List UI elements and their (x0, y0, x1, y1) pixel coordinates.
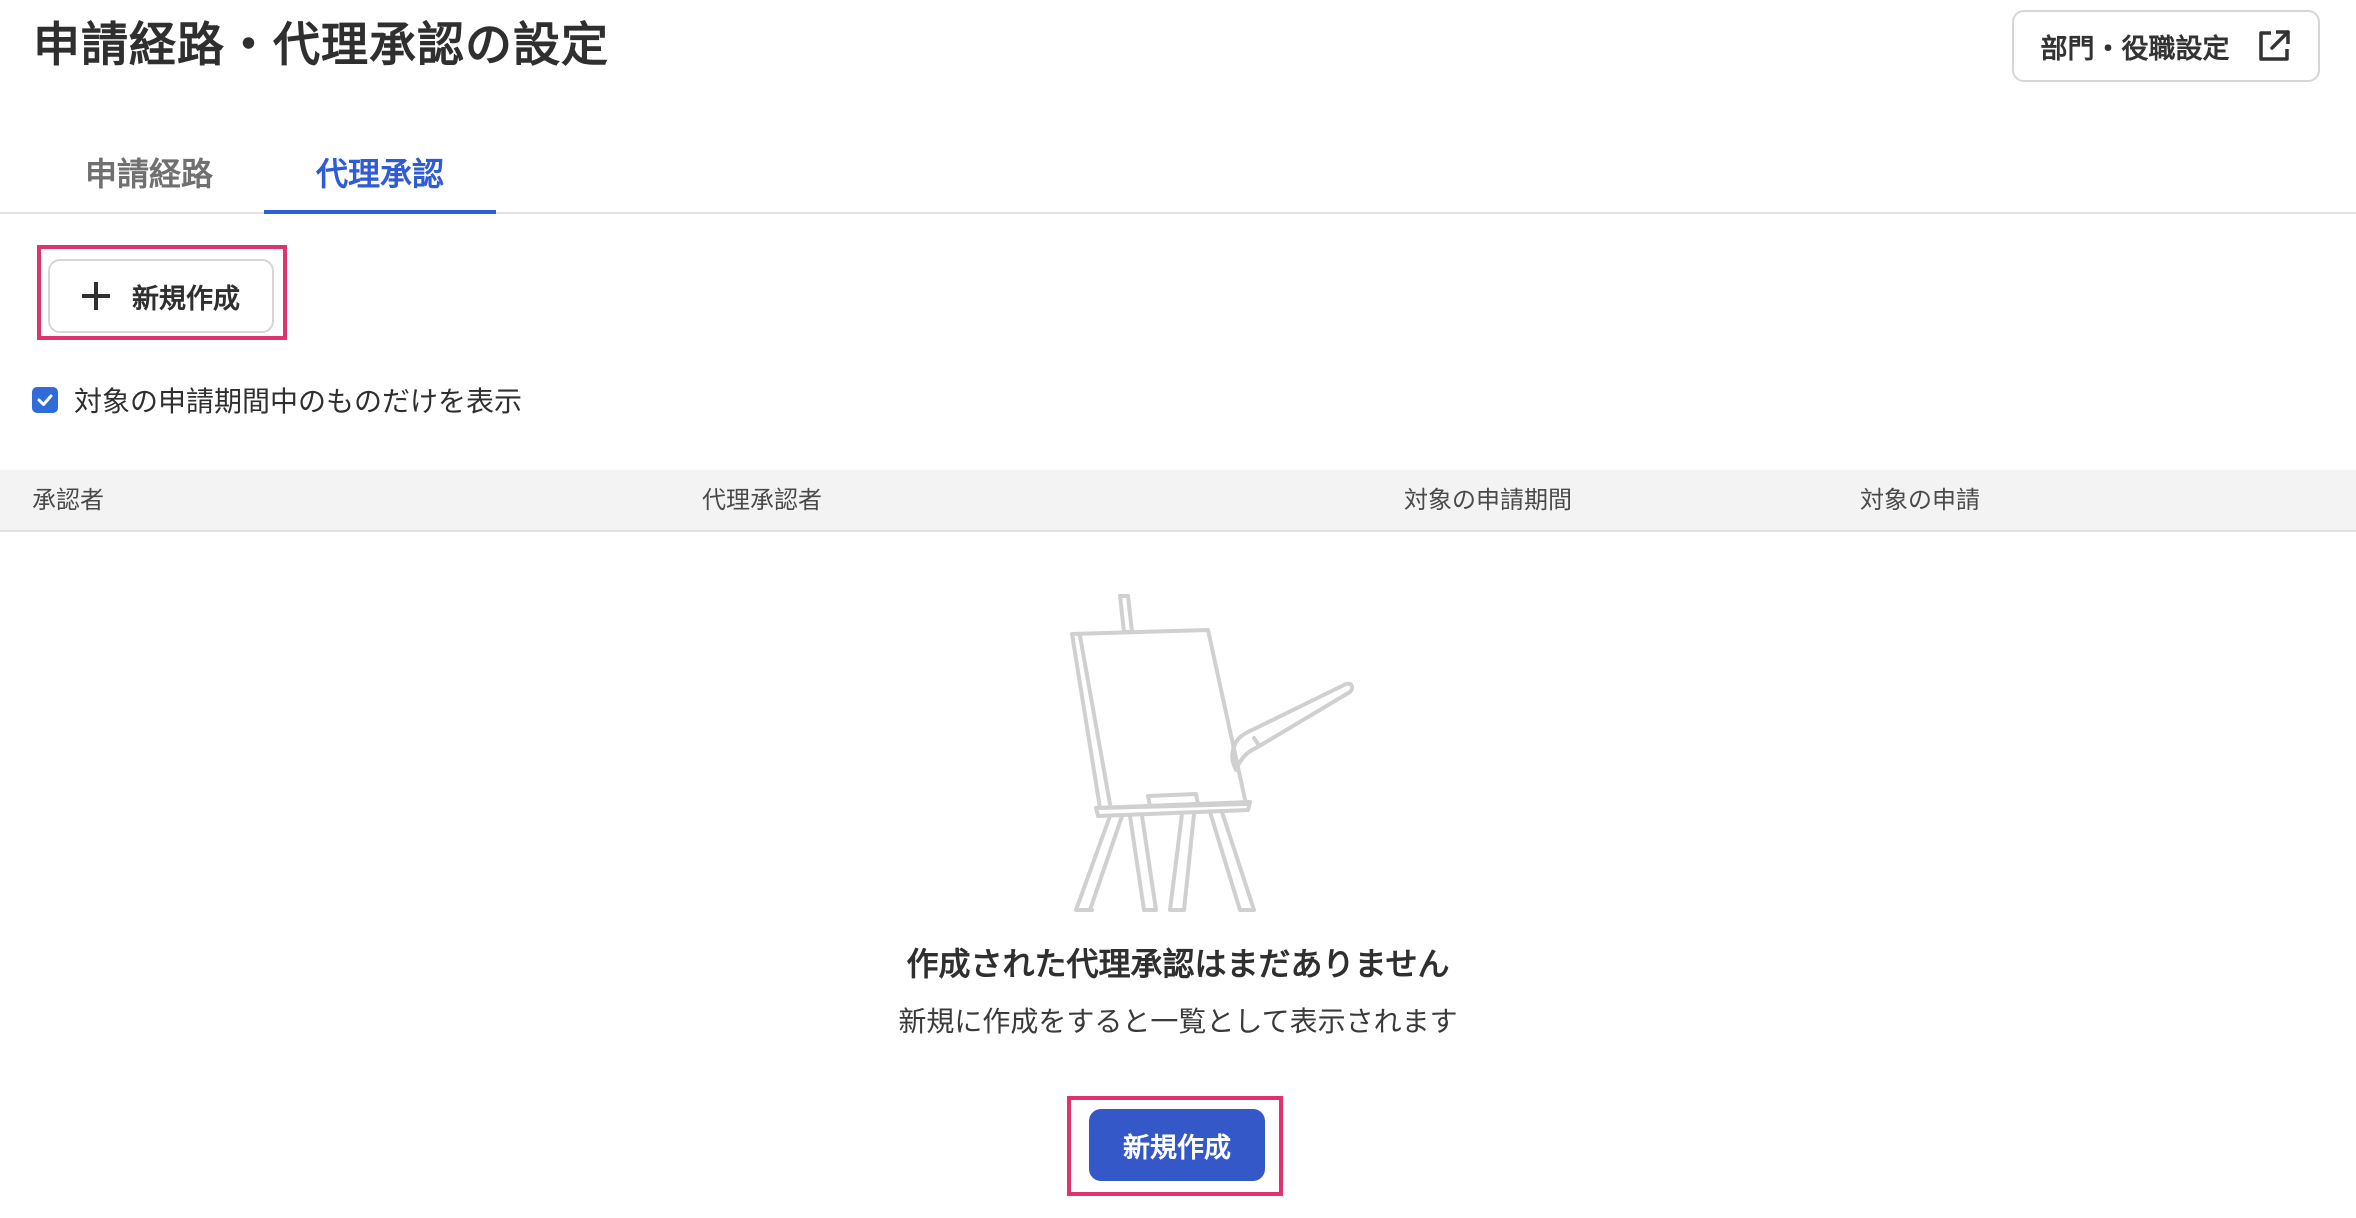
column-header-target-period: 対象の申請期間 (1404, 486, 1572, 514)
tab-application-route[interactable]: 申請経路 (60, 146, 238, 212)
new-create-button[interactable]: 新規作成 (48, 259, 274, 333)
tab-bar: 申請経路 代理承認 (0, 146, 2356, 214)
plus-icon (82, 282, 110, 310)
table-header: 承認者 代理承認者 対象の申請期間 対象の申請 (0, 470, 2356, 532)
active-period-checkbox[interactable] (32, 387, 58, 413)
page-title: 申請経路・代理承認の設定 (33, 18, 609, 73)
dept-role-settings-label: 部門・役職設定 (2040, 33, 2230, 65)
empty-state-create-button[interactable]: 新規作成 (1089, 1109, 1265, 1181)
empty-state-title: 作成された代理承認はまだありません (906, 945, 1450, 983)
dept-role-settings-button[interactable]: 部門・役職設定 (2012, 10, 2320, 82)
column-header-approver: 承認者 (32, 486, 104, 514)
active-period-filter: 対象の申請期間中のものだけを表示 (32, 380, 522, 420)
easel-icon (1060, 592, 1360, 922)
external-link-icon (2256, 28, 2292, 64)
empty-state-create-label: 新規作成 (1123, 1132, 1231, 1164)
active-period-label[interactable]: 対象の申請期間中のものだけを表示 (74, 380, 522, 420)
empty-state-subtitle: 新規に作成をすると一覧として表示されます (898, 1005, 1458, 1038)
new-create-label: 新規作成 (132, 283, 240, 315)
column-header-target-application: 対象の申請 (1860, 486, 1980, 514)
tab-proxy-approval[interactable]: 代理承認 (264, 146, 496, 212)
active-tab-indicator (264, 210, 496, 214)
column-header-proxy-approver: 代理承認者 (702, 486, 822, 514)
